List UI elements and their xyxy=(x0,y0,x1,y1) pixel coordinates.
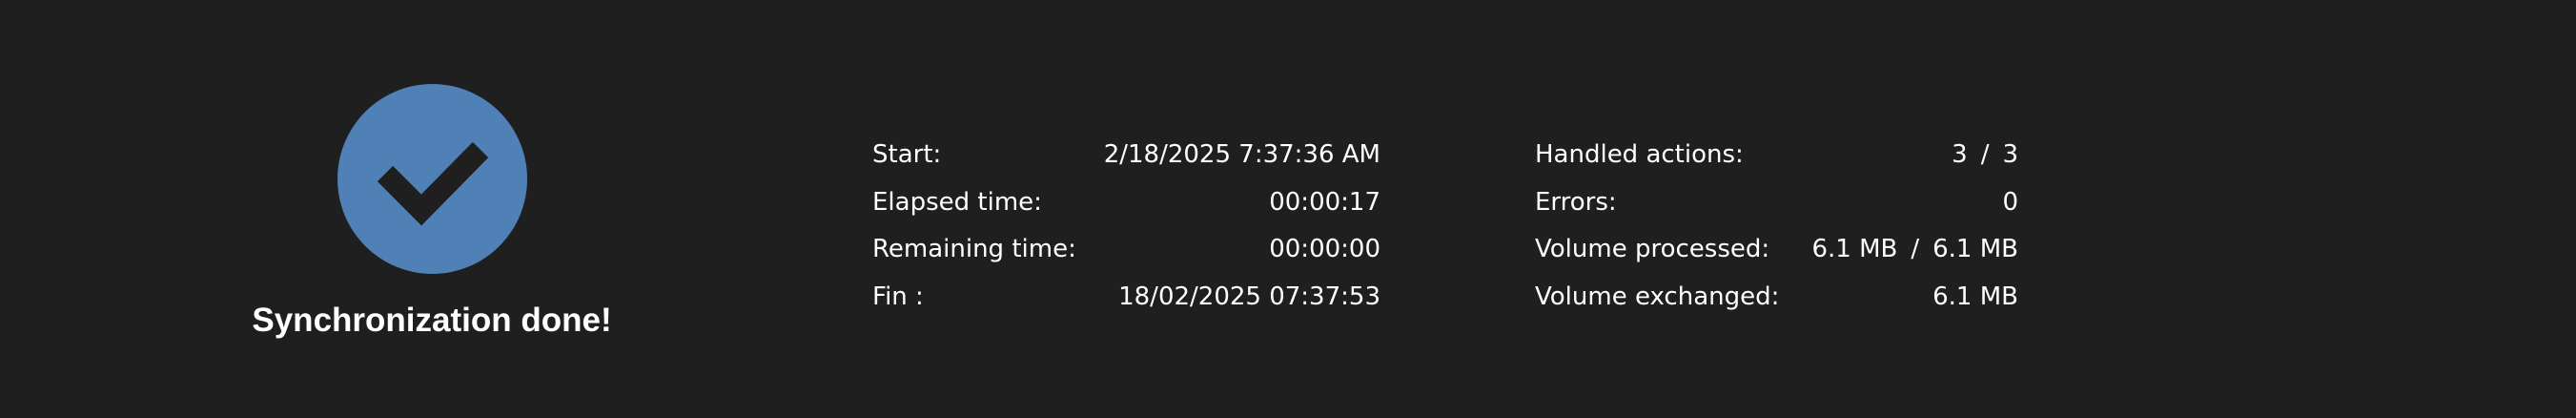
checkmark-icon xyxy=(377,141,489,226)
start-row: Start: 2/18/2025 7:37:36 AM xyxy=(872,134,1380,181)
volume-processed-value: 6.1 MB / 6.1 MB xyxy=(1811,228,2018,270)
volume-exchanged-row: Volume exchanged: 6.1 MB xyxy=(1535,276,2018,324)
success-badge xyxy=(337,84,527,274)
errors-value: 0 xyxy=(2002,187,2018,217)
volume-processed-done: 6.1 MB xyxy=(1811,235,1898,263)
volume-exchanged-value: 6.1 MB xyxy=(1932,282,2018,311)
volume-processed-separator: / xyxy=(1911,235,1920,263)
volume-processed-row: Volume processed: 6.1 MB / 6.1 MB xyxy=(1535,228,2018,276)
status-title: Synchronization done! xyxy=(252,302,612,339)
handled-actions-total: 3 xyxy=(2002,140,2018,169)
volume-exchanged-label: Volume exchanged: xyxy=(1535,282,1780,311)
volume-processed-total: 6.1 MB xyxy=(1932,235,2018,263)
timing-details: Start: 2/18/2025 7:37:36 AM Elapsed time… xyxy=(872,134,1380,323)
end-row: Fin : 18/02/2025 07:37:53 xyxy=(872,276,1380,324)
handled-actions-row: Handled actions: 3 / 3 xyxy=(1535,134,2018,181)
errors-row: Errors: 0 xyxy=(1535,181,2018,229)
end-label: Fin : xyxy=(872,282,924,311)
start-value: 2/18/2025 7:37:36 AM xyxy=(1103,140,1380,169)
remaining-time-label: Remaining time: xyxy=(872,235,1076,263)
sync-status-panel: Synchronization done! xyxy=(198,82,665,349)
handled-actions-value: 3 / 3 xyxy=(1952,134,2018,176)
progress-details: Handled actions: 3 / 3 Errors: 0 Volume pr… xyxy=(1535,134,2018,323)
end-value: 18/02/2025 07:37:53 xyxy=(1118,282,1380,311)
remaining-time-row: Remaining time: 00:00:00 xyxy=(872,228,1380,276)
handled-actions-label: Handled actions: xyxy=(1535,140,1744,169)
elapsed-time-value: 00:00:17 xyxy=(1269,187,1380,217)
start-label: Start: xyxy=(872,140,942,169)
elapsed-time-label: Elapsed time: xyxy=(872,187,1042,217)
handled-actions-done: 3 xyxy=(1952,140,1968,169)
remaining-time-value: 00:00:00 xyxy=(1269,235,1380,263)
errors-label: Errors: xyxy=(1535,187,1617,217)
handled-actions-separator: / xyxy=(1980,140,1990,169)
elapsed-time-row: Elapsed time: 00:00:17 xyxy=(872,181,1380,229)
volume-processed-label: Volume processed: xyxy=(1535,235,1770,263)
